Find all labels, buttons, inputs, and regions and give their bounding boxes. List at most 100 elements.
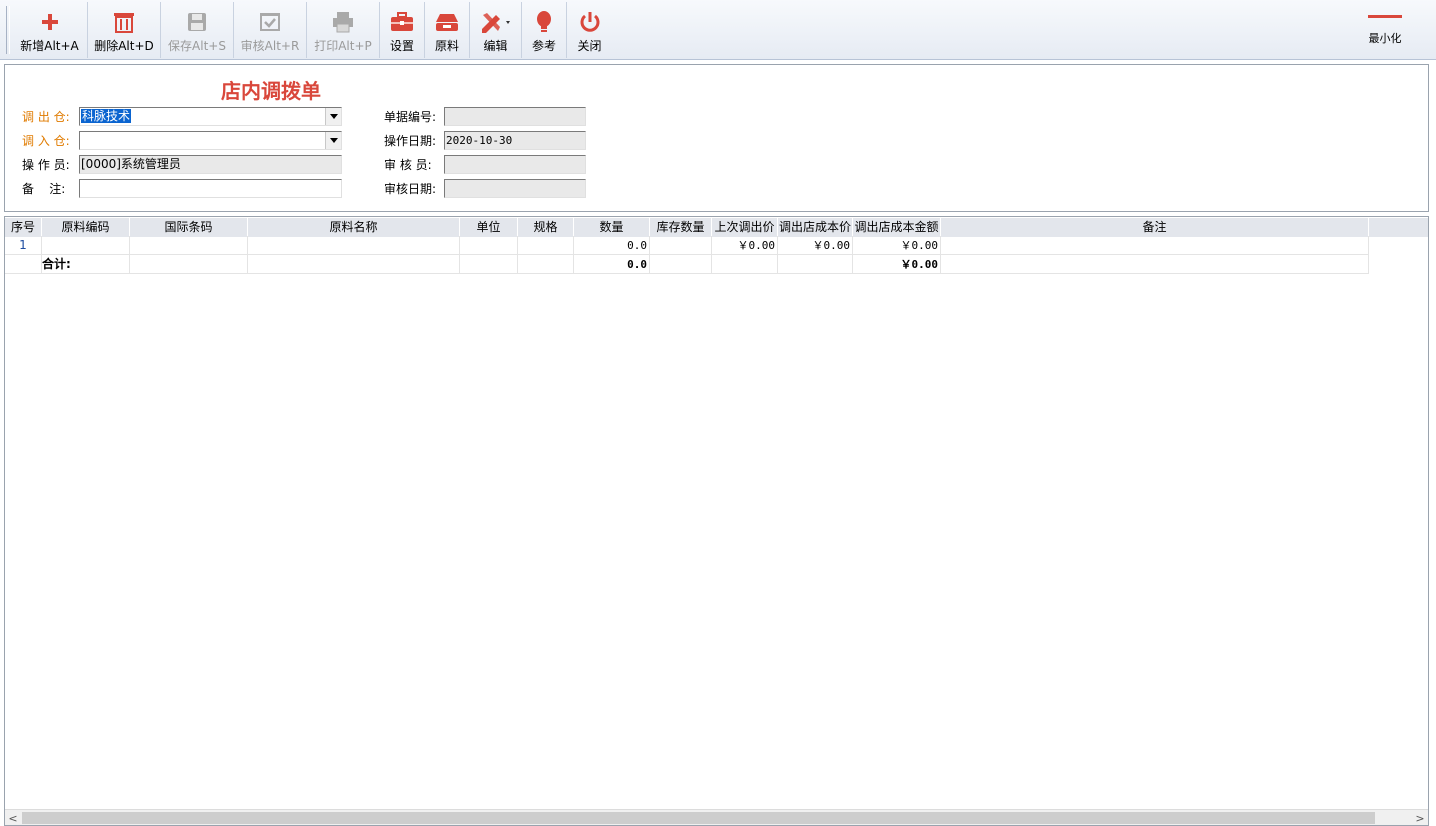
reference-button-label: 参考 — [531, 39, 556, 53]
audit-date-field — [444, 179, 586, 198]
column-header[interactable]: 上次调出价 — [712, 218, 778, 237]
print-icon — [332, 8, 354, 36]
material-code-cell[interactable] — [42, 236, 130, 255]
op-date-label: 操作日期: — [384, 134, 437, 148]
stock-cell — [650, 236, 712, 255]
material-button[interactable]: 原料 — [425, 2, 470, 58]
reference-button[interactable]: 参考 — [522, 2, 567, 58]
new-button[interactable]: 新增Alt+A — [12, 2, 88, 58]
remark-input[interactable] — [79, 179, 342, 198]
total-spacer — [712, 255, 778, 274]
plus-icon — [40, 8, 60, 36]
total-spacer — [5, 255, 42, 274]
trash-icon — [113, 8, 135, 36]
operator-value: [0000]系统管理员 — [81, 157, 181, 171]
delete-button[interactable]: 删除Alt+D — [88, 2, 161, 58]
approve-icon — [259, 8, 281, 36]
column-header[interactable]: 数量 — [574, 218, 650, 237]
total-spacer — [248, 255, 460, 274]
column-header[interactable]: 库存数量 — [650, 218, 712, 237]
quantity-cell[interactable]: 0.0 — [574, 236, 650, 255]
op-date-field: 2020-10-30 — [444, 131, 586, 150]
in-warehouse-select[interactable] — [79, 131, 342, 150]
scroll-right-icon[interactable]: > — [1412, 810, 1428, 825]
column-header[interactable]: 原料编码 — [42, 218, 130, 237]
column-header[interactable]: 单位 — [460, 218, 518, 237]
total-spacer — [130, 255, 248, 274]
toolbar: 新增Alt+A 删除Alt+D 保存Alt+S 审核Alt+R 打印Alt+P … — [0, 0, 1436, 60]
material-name-cell[interactable] — [248, 236, 460, 255]
auditor-label: 审 核 员: — [384, 158, 432, 172]
minimize-icon — [1368, 15, 1402, 18]
print-button-label: 打印Alt+P — [314, 39, 372, 53]
column-header[interactable]: 序号 — [5, 218, 42, 237]
column-header[interactable]: 规格 — [518, 218, 574, 237]
lightbulb-icon — [535, 8, 553, 36]
doc-no-label: 单据编号: — [384, 110, 437, 124]
total-cost-amount: ￥0.00 — [853, 255, 941, 274]
in-warehouse-label: 调 入 仓: — [22, 134, 70, 148]
total-spacer — [778, 255, 853, 274]
operator-field: [0000]系统管理员 — [79, 155, 342, 174]
approve-button[interactable]: 审核Alt+R — [234, 2, 307, 58]
row-number: 1 — [5, 236, 42, 255]
table-row[interactable]: 1 0.0 ￥0.00 ￥0.00 ￥0.00 — [5, 236, 1369, 255]
toolbox-icon — [390, 8, 414, 36]
chevron-down-icon[interactable] — [325, 132, 341, 149]
print-button[interactable]: 打印Alt+P — [307, 2, 380, 58]
column-header[interactable]: 原料名称 — [248, 218, 460, 237]
toolbar-grip[interactable] — [6, 6, 10, 54]
scrollbar-thumb[interactable] — [22, 812, 1375, 824]
column-header[interactable]: 国际条码 — [130, 218, 248, 237]
doc-no-field — [444, 107, 586, 126]
spec-cell[interactable] — [518, 236, 574, 255]
horizontal-scrollbar[interactable]: < > — [5, 809, 1428, 825]
detail-grid[interactable]: 序号 原料编码 国际条码 原料名称 单位 规格 数量 库存数量 上次调出价 调出… — [4, 216, 1429, 826]
out-warehouse-value: 科脉技术 — [81, 109, 132, 123]
material-icon — [435, 8, 459, 36]
delete-button-label: 删除Alt+D — [94, 39, 154, 53]
grid-header-row: 序号 原料编码 国际条码 原料名称 单位 规格 数量 库存数量 上次调出价 调出… — [5, 218, 1428, 237]
save-icon — [187, 8, 207, 36]
settings-button[interactable]: 设置 — [380, 2, 425, 58]
column-header[interactable]: 调出店成本金额 — [853, 218, 941, 237]
unit-cell[interactable] — [460, 236, 518, 255]
close-button[interactable]: 关闭 — [567, 2, 612, 58]
total-spacer — [518, 255, 574, 274]
column-header[interactable]: 调出店成本价 — [778, 218, 853, 237]
total-spacer — [460, 255, 518, 274]
last-price-cell: ￥0.00 — [712, 236, 778, 255]
cost-price-cell: ￥0.00 — [778, 236, 853, 255]
total-label: 合计: — [42, 255, 130, 274]
remark-label: 备 注: — [22, 182, 66, 196]
edit-button-label: 编辑 — [483, 39, 508, 53]
approve-button-label: 审核Alt+R — [240, 39, 300, 53]
edit-icon — [480, 8, 512, 36]
cost-amount-cell: ￥0.00 — [853, 236, 941, 255]
scroll-left-icon[interactable]: < — [5, 810, 21, 825]
out-warehouse-label: 调 出 仓: — [22, 110, 70, 124]
total-row: 合计: 0.0 ￥0.00 — [5, 255, 1369, 274]
close-button-label: 关闭 — [577, 39, 602, 53]
save-button[interactable]: 保存Alt+S — [161, 2, 234, 58]
minimize-button[interactable]: 最小化 — [1360, 8, 1410, 48]
op-date-value: 2020-10-30 — [446, 134, 513, 147]
power-icon — [579, 8, 601, 36]
edit-button[interactable]: 编辑 — [470, 2, 522, 58]
out-warehouse-select[interactable]: 科脉技术 — [79, 107, 342, 126]
save-button-label: 保存Alt+S — [168, 39, 226, 53]
total-spacer — [941, 255, 1369, 274]
remark-cell[interactable] — [941, 236, 1369, 255]
total-quantity: 0.0 — [574, 255, 650, 274]
barcode-cell[interactable] — [130, 236, 248, 255]
material-button-label: 原料 — [434, 39, 459, 53]
header-form: 店内调拨单 调 出 仓: 科脉技术 调 入 仓: 操 作 员: [0000]系统… — [4, 64, 1429, 212]
total-spacer — [650, 255, 712, 274]
column-header[interactable]: 备注 — [941, 218, 1369, 237]
auditor-field — [444, 155, 586, 174]
new-button-label: 新增Alt+A — [20, 39, 79, 53]
chevron-down-icon[interactable] — [325, 108, 341, 125]
audit-date-label: 审核日期: — [384, 182, 437, 196]
minimize-label: 最小化 — [1368, 32, 1402, 45]
form-title: 店内调拨单 — [221, 79, 321, 103]
